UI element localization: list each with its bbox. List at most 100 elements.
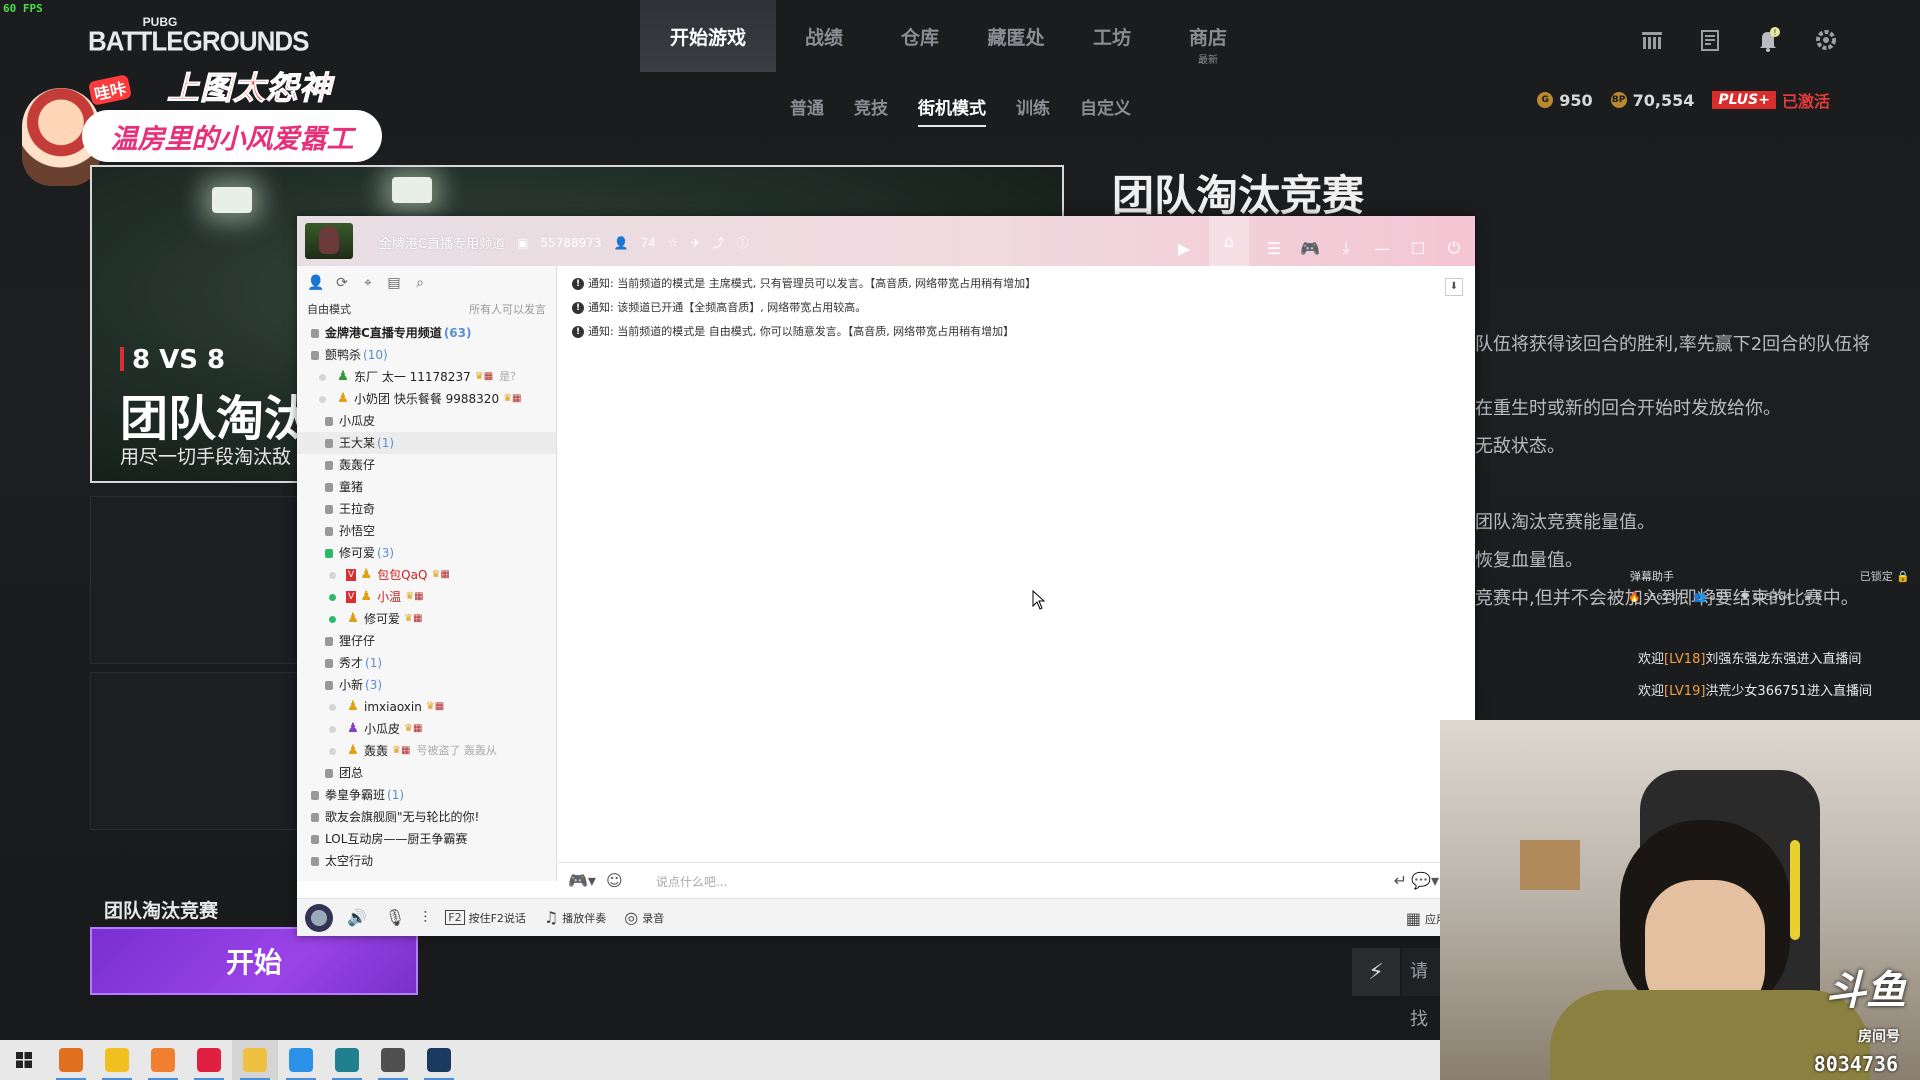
emoji-icon[interactable]: ☺ <box>606 871 623 890</box>
top-tab[interactable]: 藏匿处 <box>968 0 1064 72</box>
tree-user[interactable]: ♟ 东厂 太一 11178237 ♛▦ 是? <box>297 366 556 388</box>
tree-label: 金牌港C直播专用频道 <box>325 326 442 340</box>
tree-channel[interactable]: 拳皇争霸班 (1) <box>297 784 556 806</box>
share-icon[interactable]: ⤴ <box>713 234 725 251</box>
tree-channel[interactable]: 歌友会旗舰厕"无与轮比的你! <box>297 806 556 828</box>
danmu-locked[interactable]: 已锁定 🔒 <box>1860 568 1910 584</box>
top-tab[interactable]: 战绩 <box>776 0 872 72</box>
tree-channel[interactable]: 狸仔仔 <box>297 630 556 652</box>
mixer-button[interactable]: ⫶ <box>423 908 427 928</box>
taskbar-app[interactable] <box>48 1040 94 1080</box>
tree-user[interactable]: ♟ 小瓜皮 ♛▦ <box>297 718 556 740</box>
enter-icon[interactable]: ↵ <box>1394 871 1407 890</box>
tree-channel[interactable]: 太空行动 <box>297 850 556 872</box>
user-badges: ♛▦ <box>431 564 449 586</box>
top-tab[interactable]: 开始游戏 <box>640 0 776 72</box>
sub-tab[interactable]: 普通 <box>790 94 824 119</box>
taskbar-app[interactable] <box>94 1040 140 1080</box>
gamepad-emoji-icon[interactable]: 🎮▾ <box>568 871 596 890</box>
tree-channel[interactable]: 小新 (3) <box>297 674 556 696</box>
top-tab[interactable]: 工坊 <box>1064 0 1160 72</box>
f2-talk-button[interactable]: F2 按住F2说话 <box>445 910 526 926</box>
tree-user[interactable]: ♟ 小奶团 快乐餐餐 9988320 ♛▦ <box>297 388 556 410</box>
tree-channel[interactable]: LOL互动房——厨王争霸赛 <box>297 828 556 850</box>
top-tab[interactable]: 商店 最新 <box>1160 0 1256 72</box>
tree-channel[interactable]: 孙悟空 <box>297 520 556 542</box>
tree-channel[interactable]: 童猪 <box>297 476 556 498</box>
channel-name[interactable]: 金牌港C直播专用频道 <box>379 233 505 252</box>
notes-icon[interactable]: ▤ <box>385 274 403 292</box>
taskbar-app[interactable] <box>416 1040 462 1080</box>
plus-status[interactable]: PLUS+ 已激活 <box>1712 88 1830 112</box>
inbox-icon[interactable] <box>1696 26 1724 54</box>
medal-icon: ▦ <box>414 591 424 602</box>
tree-channel[interactable]: 团总 <box>297 762 556 784</box>
sub-tab[interactable]: 竞技 <box>854 94 888 119</box>
record-button[interactable]: ◎ 录音 <box>624 908 664 927</box>
bars-icon[interactable] <box>1638 26 1666 54</box>
sub-tab[interactable]: 训练 <box>1016 94 1050 119</box>
member-icon: 👤 <box>613 235 629 250</box>
search-icon[interactable]: ⌕ <box>411 274 429 292</box>
gamepad-icon[interactable]: 🎮 <box>1299 237 1321 259</box>
chat-input[interactable]: 说点什么吧... <box>656 873 727 890</box>
maximize-icon[interactable]: ☐ <box>1407 237 1429 259</box>
tree-channel[interactable]: 修可爱 (3) <box>297 542 556 564</box>
bell-icon[interactable]: ! <box>1754 26 1782 54</box>
tree-user[interactable]: V ♟ 包包QaQ ♛▦ <box>297 564 556 586</box>
list-icon[interactable]: ☰ <box>1263 237 1285 259</box>
user-icon[interactable]: 👤 <box>307 274 325 292</box>
tree-channel[interactable]: 轰轰仔 <box>297 454 556 476</box>
home-icon[interactable]: ⌂ <box>1209 216 1249 266</box>
top-tab[interactable]: 仓库 <box>872 0 968 72</box>
mouse-cursor-icon <box>1032 590 1046 610</box>
taskbar-app[interactable] <box>232 1040 278 1080</box>
star-icon[interactable]: ☆ <box>668 236 679 250</box>
channel-avatar[interactable] <box>305 223 353 259</box>
mode-left[interactable]: 自由模式 <box>307 300 351 320</box>
tree-channel[interactable]: 王大某 (1) <box>297 432 556 454</box>
speaker-button[interactable]: 🔊 <box>347 908 367 927</box>
windows-start-icon[interactable] <box>0 1040 48 1080</box>
ask-button[interactable]: 请找 <box>1402 948 1442 1030</box>
sub-tab[interactable]: 自定义 <box>1080 94 1131 119</box>
my-avatar[interactable] <box>305 903 333 932</box>
yy-bottom-bar: 🔊 🎙 ⫶ F2按住F2说话 ♫播放伴奏 ◎录音 ▦应用中心 <box>297 898 1475 936</box>
mic-button[interactable]: 🎙 <box>385 908 405 927</box>
info-icon[interactable]: ⓘ <box>737 234 749 251</box>
tree-channel[interactable]: 颤鸭杀 (10) <box>297 344 556 366</box>
banner-vs: 8 VS 8 <box>120 345 225 375</box>
chat-bubble-icon[interactable]: 💬▾ <box>1411 871 1439 890</box>
taskbar-app[interactable] <box>140 1040 186 1080</box>
tree-channel[interactable]: 小瓜皮 <box>297 410 556 432</box>
download-icon[interactable]: ⤓ <box>1335 237 1357 259</box>
plane-icon[interactable]: ✈ <box>691 236 701 250</box>
tree-channel[interactable]: 秀才 (1) <box>297 652 556 674</box>
tree-channel[interactable]: 金牌港C直播专用频道 (63) <box>297 322 556 344</box>
video-icon[interactable]: ▶ <box>1173 237 1195 259</box>
tree-user[interactable]: ♟ 修可爱 ♛▦ <box>297 608 556 630</box>
power-icon[interactable]: ⏻ <box>1443 237 1465 259</box>
refresh-icon[interactable]: ⟳ <box>333 274 351 292</box>
tree-channel[interactable]: 王拉奇 <box>297 498 556 520</box>
minimize-icon[interactable]: — <box>1371 237 1393 259</box>
medal-icon: ▦ <box>440 569 450 580</box>
mode-row: 自由模式 所有人可以发言 <box>297 300 556 320</box>
location-icon[interactable]: ⌖ <box>359 274 377 292</box>
scroll-down-icon[interactable]: ⬇ <box>1445 278 1463 296</box>
sub-tab[interactable]: 街机模式 <box>918 94 986 127</box>
tree-user[interactable]: V ♟ 小温 ♛▦ <box>297 586 556 608</box>
tree-user[interactable]: ♟ imxiaoxin ♛▦ <box>297 696 556 718</box>
tree-label: 歌友会旗舰厕"无与轮比的你! <box>325 810 480 824</box>
accompany-button[interactable]: ♫ 播放伴奏 <box>544 908 606 927</box>
taskbar-app[interactable] <box>370 1040 416 1080</box>
gear-icon[interactable] <box>1812 26 1840 54</box>
taskbar-app[interactable] <box>278 1040 324 1080</box>
tree-user[interactable]: ♟ 轰轰 ♛▦ 号被盗了 轰轰从 <box>297 740 556 762</box>
danmu-message: 欢迎[LV18]刘强东强龙东强进入直播间 <box>1638 648 1861 667</box>
taskbar-app[interactable] <box>186 1040 232 1080</box>
start-button[interactable]: 开始 <box>90 927 418 995</box>
lightning-icon[interactable]: ⚡ <box>1352 948 1400 996</box>
tree-label: 轰轰 <box>364 744 389 758</box>
taskbar-app[interactable] <box>324 1040 370 1080</box>
